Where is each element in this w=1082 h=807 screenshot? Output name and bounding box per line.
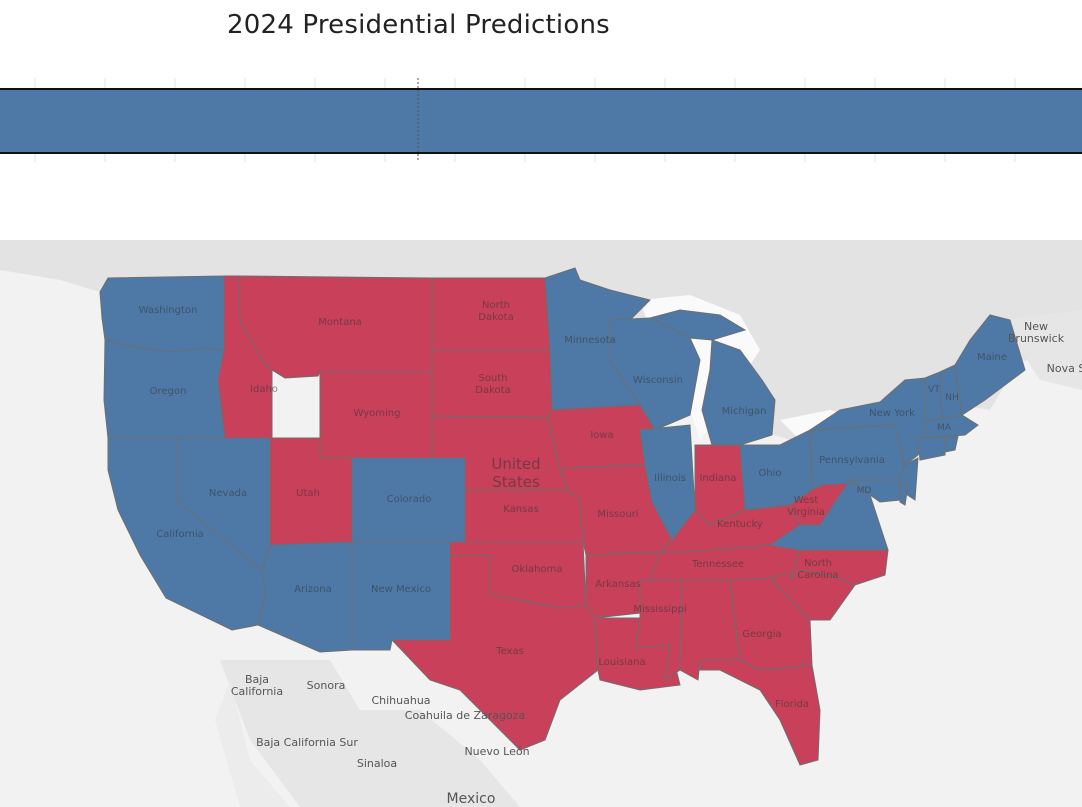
label-minnesota: Minnesota — [564, 335, 616, 346]
label-sinaloa: Sinaloa — [357, 757, 397, 770]
label-sonora: Sonora — [307, 679, 346, 692]
label-georgia: Georgia — [742, 629, 781, 640]
label-north-dakota: North Dakota — [478, 300, 513, 323]
label-vt: VT — [928, 385, 940, 395]
label-iowa: Iowa — [590, 430, 613, 441]
label-utah: Utah — [296, 488, 320, 499]
label-new-york: New York — [869, 408, 915, 419]
state-new-mexico[interactable] — [351, 541, 451, 651]
state-vt[interactable] — [924, 371, 943, 423]
label-arkansas: Arkansas — [595, 579, 641, 590]
label-new-mexico: New Mexico — [371, 584, 431, 595]
label-nova-scotia: Nova S — [1047, 362, 1082, 375]
label-montana: Montana — [318, 317, 362, 328]
label-texas: Texas — [495, 646, 524, 657]
label-nevada: Nevada — [209, 488, 247, 499]
label-ohio: Ohio — [758, 468, 781, 479]
state-kansas[interactable] — [464, 489, 584, 543]
label-washington: Washington — [139, 305, 198, 316]
dem-bar[interactable] — [0, 88, 1082, 154]
label-mexico: Mexico — [447, 791, 496, 807]
label-oregon: Oregon — [150, 386, 187, 397]
label-nuevo-leon: Nuevo León — [464, 745, 529, 758]
label-illinois: Illinois — [654, 473, 686, 484]
label-michigan: Michigan — [722, 406, 767, 417]
label-mississippi: Mississippi — [633, 604, 686, 615]
label-louisiana: Louisiana — [598, 657, 645, 668]
state-south-dakota[interactable] — [431, 349, 553, 419]
label-california: California — [156, 529, 204, 540]
label-kentucky: Kentucky — [717, 519, 763, 530]
label-wisconsin: Wisconsin — [633, 375, 683, 386]
label-colorado: Colorado — [387, 494, 432, 505]
label-florida: Florida — [775, 699, 809, 710]
label-md: MD — [857, 486, 872, 496]
label-oklahoma: Oklahoma — [512, 564, 563, 575]
label-ma: MA — [937, 423, 952, 433]
label-indiana: Indiana — [699, 473, 736, 484]
label-pennsylvania: Pennsylvania — [819, 455, 885, 466]
us-electoral-map: Washington Oregon California Nevada Idah… — [0, 240, 1082, 807]
prediction-bar-chart — [0, 78, 1082, 162]
label-kansas: Kansas — [503, 504, 538, 515]
label-missouri: Missouri — [597, 509, 638, 520]
label-nh: NH — [945, 393, 959, 403]
label-arizona: Arizona — [294, 584, 332, 595]
label-idaho: Idaho — [250, 384, 278, 395]
label-wyoming: Wyoming — [354, 408, 401, 419]
label-coahuila: Coahuila de Zaragoza — [405, 709, 525, 722]
page-title: 2024 Presidential Predictions — [227, 10, 610, 40]
label-tennessee: Tennessee — [691, 559, 744, 570]
label-maine: Maine — [977, 352, 1007, 363]
label-south-dakota: South Dakota — [475, 373, 510, 396]
label-united-states: United States — [491, 455, 540, 491]
label-baja-california-sur: Baja California Sur — [256, 736, 358, 749]
label-chihuahua: Chihuahua — [371, 694, 430, 707]
